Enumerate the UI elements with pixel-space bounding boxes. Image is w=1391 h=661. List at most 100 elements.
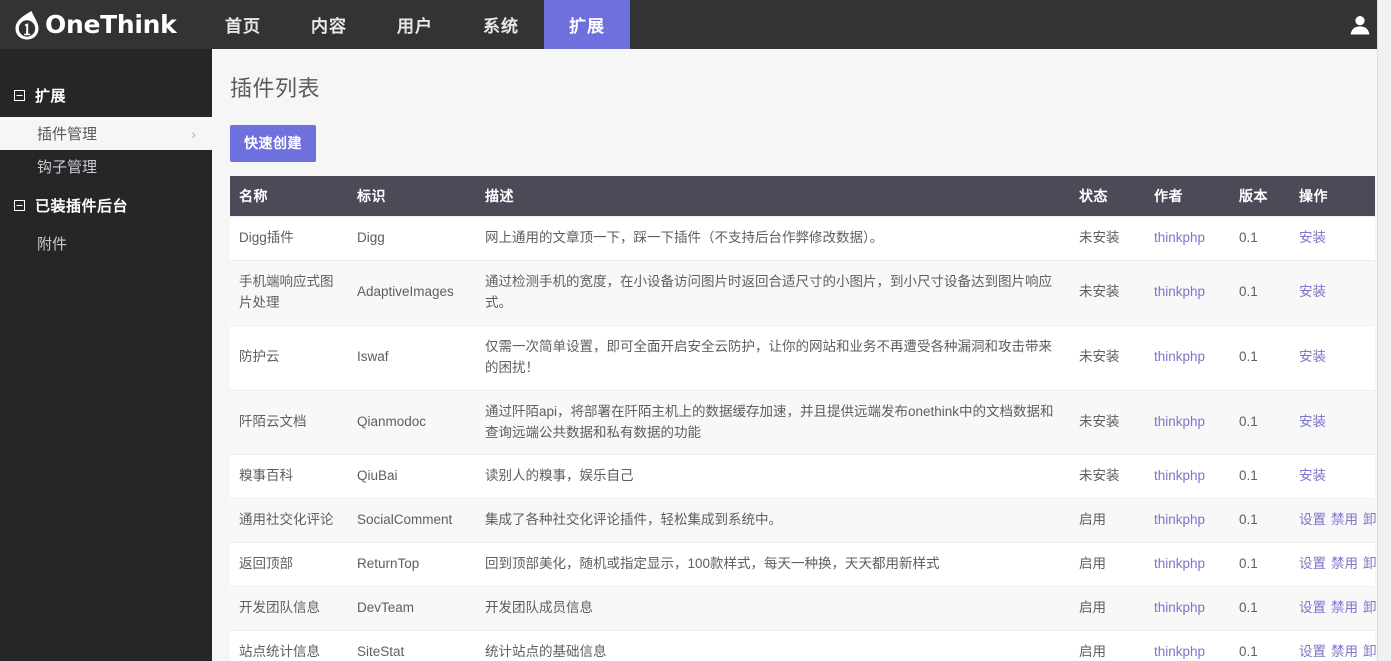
cell-plugin-author: thinkphp	[1145, 587, 1230, 631]
cell-plugin-version: 0.1	[1230, 499, 1290, 543]
cell-plugin-desc: 仅需一次简单设置，即可全面开启安全云防护，让你的网站和业务不再遭受各种漏洞和攻击…	[476, 325, 1070, 390]
cell-plugin-actions: 设置禁用卸载	[1290, 543, 1375, 587]
nav-item-extensions[interactable]: 扩展	[544, 0, 630, 49]
cell-plugin-ident: SiteStat	[348, 631, 476, 661]
cell-plugin-name: Digg插件	[230, 217, 348, 261]
sidebar-item-hook-manage[interactable]: 钩子管理	[0, 150, 212, 183]
cell-plugin-author: thinkphp	[1145, 455, 1230, 499]
col-header-author: 作者	[1145, 176, 1230, 217]
settings-link[interactable]: 设置	[1299, 600, 1326, 615]
cell-plugin-author: thinkphp	[1145, 390, 1230, 455]
cell-plugin-ident: QiuBai	[348, 455, 476, 499]
col-header-name: 名称	[230, 176, 348, 217]
author-link[interactable]: thinkphp	[1154, 468, 1205, 483]
cell-plugin-author: thinkphp	[1145, 499, 1230, 543]
cell-plugin-ident: ReturnTop	[348, 543, 476, 587]
sidebar-item-label: 附件	[37, 233, 67, 254]
table-row: 糗事百科QiuBai读别人的糗事，娱乐自己未安装thinkphp0.1安装	[230, 455, 1375, 499]
cell-plugin-ident: Qianmodoc	[348, 390, 476, 455]
table-header-row: 名称 标识 描述 状态 作者 版本 操作	[230, 176, 1375, 217]
author-link[interactable]: thinkphp	[1154, 230, 1205, 245]
uninstall-link[interactable]: 卸载	[1363, 644, 1377, 659]
cell-plugin-name: 糗事百科	[230, 455, 348, 499]
cell-plugin-desc: 开发团队成员信息	[476, 587, 1070, 631]
col-header-version: 版本	[1230, 176, 1290, 217]
cell-plugin-status: 未安装	[1070, 260, 1145, 325]
settings-link[interactable]: 设置	[1299, 512, 1326, 527]
cell-plugin-name: 开发团队信息	[230, 587, 348, 631]
plugin-list-table: 名称 标识 描述 状态 作者 版本 操作 Digg插件Digg网上通用的文章顶一…	[230, 176, 1375, 661]
quick-create-button[interactable]: 快速创建	[230, 125, 316, 162]
sidebar-item-plugin-manage[interactable]: 插件管理 ›	[0, 117, 212, 150]
minus-square-icon	[14, 90, 25, 101]
cell-plugin-name: 阡陌云文档	[230, 390, 348, 455]
cell-plugin-ident: AdaptiveImages	[348, 260, 476, 325]
cell-plugin-ident: SocialComment	[348, 499, 476, 543]
disable-link[interactable]: 禁用	[1331, 600, 1358, 615]
sidebar-spacer-3	[0, 218, 212, 227]
cell-plugin-desc: 网上通用的文章顶一下，踩一下插件（不支持后台作弊修改数据）。	[476, 217, 1070, 261]
table-row: 手机端响应式图片处理AdaptiveImages通过检测手机的宽度，在小设备访问…	[230, 260, 1375, 325]
cell-plugin-desc: 读别人的糗事，娱乐自己	[476, 455, 1070, 499]
author-link[interactable]: thinkphp	[1154, 556, 1205, 571]
cell-plugin-name: 防护云	[230, 325, 348, 390]
table-row: 防护云Iswaf仅需一次简单设置，即可全面开启安全云防护，让你的网站和业务不再遭…	[230, 325, 1375, 390]
author-link[interactable]: thinkphp	[1154, 644, 1205, 659]
install-link[interactable]: 安装	[1299, 284, 1326, 299]
nav-item-system[interactable]: 系统	[458, 0, 544, 49]
cell-plugin-status: 启用	[1070, 631, 1145, 661]
main-content: 插件列表 快速创建 名称 标识 描述 状态 作者 版本 操作 Digg插件Dig…	[212, 49, 1377, 661]
brand-logo-area[interactable]: OneThink	[0, 0, 200, 49]
app-window: OneThink 首页 内容 用户 系统 扩展 扩展 插件管	[0, 0, 1391, 661]
cell-plugin-desc: 回到顶部美化，随机或指定显示，100款样式，每天一种换，天天都用新样式	[476, 543, 1070, 587]
author-link[interactable]: thinkphp	[1154, 349, 1205, 364]
cell-plugin-name: 通用社交化评论	[230, 499, 348, 543]
uninstall-link[interactable]: 卸载	[1363, 556, 1377, 571]
install-link[interactable]: 安装	[1299, 349, 1326, 364]
user-avatar-icon	[1348, 13, 1372, 37]
cell-plugin-status: 未安装	[1070, 390, 1145, 455]
cell-plugin-version: 0.1	[1230, 587, 1290, 631]
table-row: 通用社交化评论SocialComment集成了各种社交化评论插件，轻松集成到系统…	[230, 499, 1375, 543]
settings-link[interactable]: 设置	[1299, 644, 1326, 659]
author-link[interactable]: thinkphp	[1154, 600, 1205, 615]
cell-plugin-status: 启用	[1070, 587, 1145, 631]
col-header-desc: 描述	[476, 176, 1070, 217]
install-link[interactable]: 安装	[1299, 230, 1326, 245]
cell-plugin-actions: 设置禁用卸载	[1290, 631, 1375, 661]
author-link[interactable]: thinkphp	[1154, 284, 1205, 299]
main-nav: 首页 内容 用户 系统 扩展	[200, 0, 630, 49]
sidebar-group-label: 扩展	[35, 85, 66, 106]
sidebar-spacer-1	[0, 108, 212, 117]
disable-link[interactable]: 禁用	[1331, 644, 1358, 659]
cell-plugin-status: 启用	[1070, 543, 1145, 587]
table-head: 名称 标识 描述 状态 作者 版本 操作	[230, 176, 1375, 217]
table-body: Digg插件Digg网上通用的文章顶一下，踩一下插件（不支持后台作弊修改数据）。…	[230, 217, 1375, 661]
sidebar-item-attachment[interactable]: 附件	[0, 227, 212, 260]
cell-plugin-status: 未安装	[1070, 325, 1145, 390]
disable-link[interactable]: 禁用	[1331, 556, 1358, 571]
sidebar: 扩展 插件管理 › 钩子管理 已装插件后台 附件	[0, 49, 212, 661]
cell-plugin-desc: 通过阡陌api，将部署在阡陌主机上的数据缓存加速，并且提供远端发布onethin…	[476, 390, 1070, 455]
sidebar-group-extensions[interactable]: 扩展	[0, 82, 212, 108]
sidebar-spacer-2	[0, 183, 212, 192]
sidebar-group-installed-plugins[interactable]: 已装插件后台	[0, 192, 212, 218]
cell-plugin-author: thinkphp	[1145, 217, 1230, 261]
disable-link[interactable]: 禁用	[1331, 512, 1358, 527]
uninstall-link[interactable]: 卸载	[1363, 512, 1377, 527]
nav-item-users[interactable]: 用户	[372, 0, 458, 49]
table-row: 返回顶部ReturnTop回到顶部美化，随机或指定显示，100款样式，每天一种换…	[230, 543, 1375, 587]
vertical-scrollbar[interactable]	[1377, 0, 1391, 661]
install-link[interactable]: 安装	[1299, 468, 1326, 483]
author-link[interactable]: thinkphp	[1154, 414, 1205, 429]
cell-plugin-desc: 通过检测手机的宽度，在小设备访问图片时返回合适尺寸的小图片，到小尺寸设备达到图片…	[476, 260, 1070, 325]
table-row: 阡陌云文档Qianmodoc通过阡陌api，将部署在阡陌主机上的数据缓存加速，并…	[230, 390, 1375, 455]
settings-link[interactable]: 设置	[1299, 556, 1326, 571]
install-link[interactable]: 安装	[1299, 414, 1326, 429]
uninstall-link[interactable]: 卸载	[1363, 600, 1377, 615]
nav-item-home[interactable]: 首页	[200, 0, 286, 49]
cell-plugin-version: 0.1	[1230, 260, 1290, 325]
author-link[interactable]: thinkphp	[1154, 512, 1205, 527]
nav-item-content[interactable]: 内容	[286, 0, 372, 49]
sidebar-item-label: 钩子管理	[37, 156, 97, 177]
